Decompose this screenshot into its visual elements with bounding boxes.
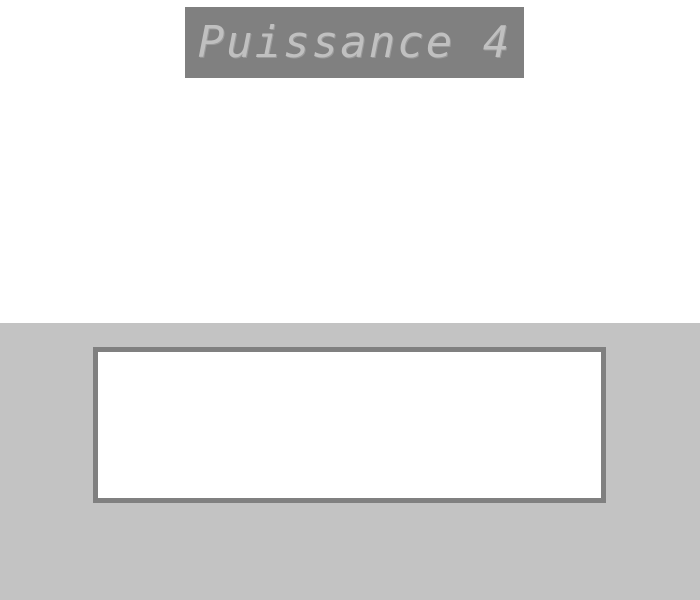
title-banner: Puissance 4: [185, 7, 524, 78]
game-screen: Puissance 4: [0, 0, 700, 600]
bottom-panel: [0, 323, 700, 600]
message-box: [93, 347, 606, 503]
game-title: Puissance 4: [197, 16, 512, 68]
